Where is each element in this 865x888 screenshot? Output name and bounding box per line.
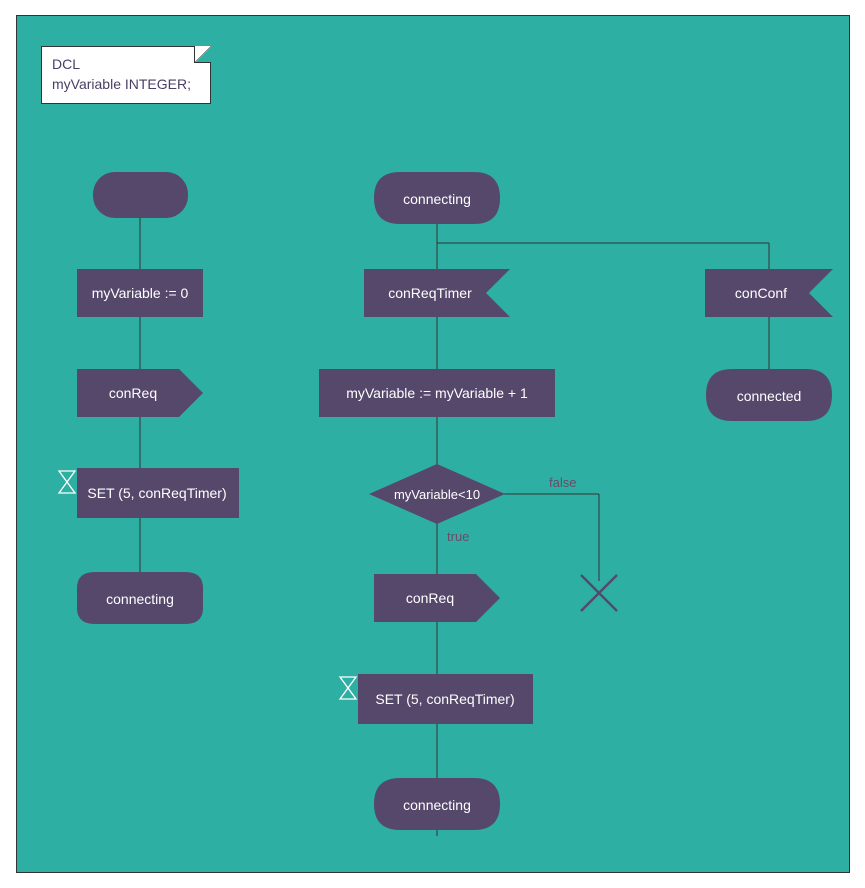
- canvas: DCL myVariable INTEGER; myVariable := 0 …: [0, 0, 865, 888]
- state-col2-bottom: connecting: [374, 778, 500, 830]
- state-col3: connected: [706, 369, 832, 421]
- false-label: false: [549, 475, 576, 490]
- send-col2: conReq: [374, 574, 500, 622]
- state-col3-text: connected: [737, 388, 802, 404]
- decision-text: myVariable<10: [394, 487, 480, 502]
- recv-col3: conConf: [705, 269, 833, 317]
- recv-col2-text: conReqTimer: [388, 285, 472, 301]
- decision: myVariable<10: [369, 464, 505, 524]
- state-col2-bottom-text: connecting: [403, 797, 471, 813]
- diagram-frame: DCL myVariable INTEGER; myVariable := 0 …: [16, 15, 850, 873]
- state-col2-top-text: connecting: [403, 191, 471, 207]
- true-label: true: [447, 529, 469, 544]
- col2-connectors: [17, 16, 849, 872]
- termination-x: [577, 571, 621, 615]
- recv-col3-text: conConf: [735, 285, 787, 301]
- assign-col2-text: myVariable := myVariable + 1: [346, 385, 528, 401]
- set-col2: SET (5, conReqTimer): [340, 674, 533, 724]
- assign-col2: myVariable := myVariable + 1: [319, 369, 555, 417]
- state-col2-top: connecting: [374, 172, 500, 224]
- send-col2-text: conReq: [406, 590, 454, 606]
- set-col2-text: SET (5, conReqTimer): [375, 691, 514, 707]
- recv-col2: conReqTimer: [364, 269, 510, 317]
